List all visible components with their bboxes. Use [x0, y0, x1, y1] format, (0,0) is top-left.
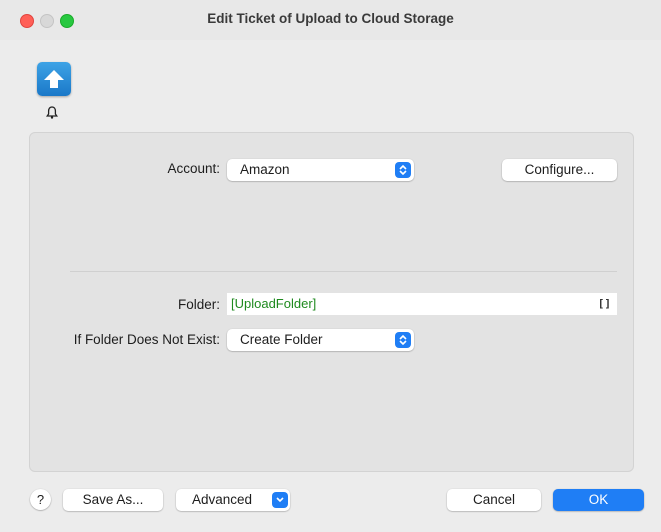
advanced-label: Advanced: [192, 492, 253, 507]
bell-icon[interactable]: [45, 106, 59, 122]
help-button[interactable]: ?: [30, 489, 51, 510]
ok-button[interactable]: OK: [553, 489, 644, 511]
chevron-updown-icon: [395, 332, 411, 348]
folder-label: Folder:: [177, 297, 220, 312]
chevron-updown-icon: [395, 162, 411, 178]
folder-value: [UploadFolder]: [231, 296, 317, 311]
chevron-down-icon: [272, 492, 288, 508]
cancel-button[interactable]: Cancel: [447, 489, 541, 511]
upload-arrow-icon: [37, 62, 71, 96]
account-value: Amazon: [240, 162, 290, 177]
section-divider: [70, 271, 617, 272]
variable-picker-icon[interactable]: []: [598, 293, 611, 315]
missing-folder-popup[interactable]: Create Folder: [227, 329, 414, 351]
missing-folder-value: Create Folder: [240, 332, 323, 347]
account-label: Account:: [167, 161, 220, 176]
configure-button[interactable]: Configure...: [502, 159, 617, 181]
save-as-button[interactable]: Save As...: [63, 489, 163, 511]
dialog-window: Edit Ticket of Upload to Cloud Storage A…: [0, 0, 661, 532]
title-bar: Edit Ticket of Upload to Cloud Storage: [0, 0, 661, 40]
folder-field[interactable]: [UploadFolder] []: [227, 293, 617, 315]
missing-folder-label: If Folder Does Not Exist:: [73, 332, 220, 347]
window-title: Edit Ticket of Upload to Cloud Storage: [207, 11, 454, 26]
account-popup[interactable]: Amazon: [227, 159, 414, 181]
